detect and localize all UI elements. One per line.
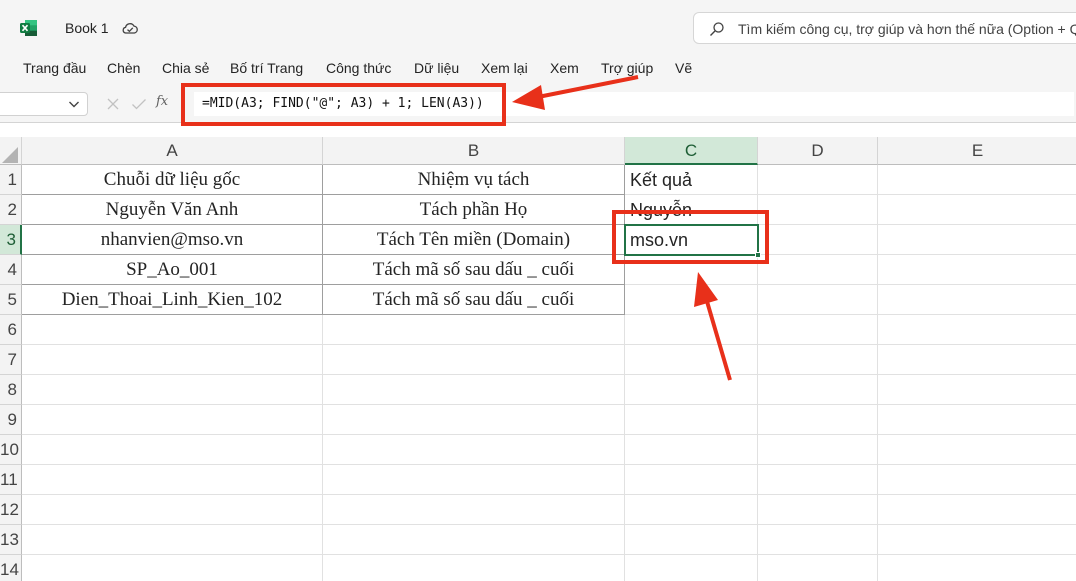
tab-page-layout[interactable]: Bố trí Trang xyxy=(230,60,303,76)
cloud-saved-icon[interactable] xyxy=(121,19,139,37)
row-header-10[interactable]: 10 xyxy=(0,435,22,465)
cell-a1[interactable]: Chuỗi dữ liệu gốc xyxy=(22,165,323,195)
cell-c1[interactable]: Kết quả xyxy=(625,165,758,195)
tab-home[interactable]: Trang đầu xyxy=(23,60,86,76)
cell-d3[interactable] xyxy=(758,225,878,255)
search-icon xyxy=(710,22,724,36)
chevron-down-icon[interactable] xyxy=(67,97,81,111)
select-all-triangle-icon xyxy=(2,147,18,163)
column-header-a[interactable]: A xyxy=(22,137,323,165)
cell-a2[interactable]: Nguyễn Văn Anh xyxy=(22,195,323,225)
row-header-1[interactable]: 1 xyxy=(0,165,22,195)
empty-rows-gridlines xyxy=(22,315,1076,581)
name-box[interactable] xyxy=(0,92,88,116)
row-header-8[interactable]: 8 xyxy=(0,375,22,405)
cell-d4[interactable] xyxy=(758,255,878,285)
cancel-icon[interactable] xyxy=(106,97,120,111)
cell-e4[interactable] xyxy=(878,255,1076,285)
row-header-13[interactable]: 13 xyxy=(0,525,22,555)
cell-a3[interactable]: nhanvien@mso.vn xyxy=(22,225,323,255)
row-header-14[interactable]: 14 xyxy=(0,555,22,581)
insert-function-button[interactable]: fx xyxy=(156,94,168,109)
cell-d5[interactable] xyxy=(758,285,878,315)
tab-draw[interactable]: Vẽ xyxy=(675,60,692,76)
column-header-d[interactable]: D xyxy=(758,137,878,165)
enter-check-icon[interactable] xyxy=(131,97,147,111)
row-header-11[interactable]: 11 xyxy=(0,465,22,495)
cell-e5[interactable] xyxy=(878,285,1076,315)
cell-a4[interactable]: SP_Ao_001 xyxy=(22,255,323,285)
tab-formulas[interactable]: Công thức xyxy=(326,60,391,76)
workbook-title[interactable]: Book 1 xyxy=(65,20,109,36)
formula-bar: fx =MID(A3; FIND("@"; A3) + 1; LEN(A3)) xyxy=(0,84,1076,122)
excel-logo-icon[interactable] xyxy=(20,19,38,37)
cell-d1[interactable] xyxy=(758,165,878,195)
cell-e2[interactable] xyxy=(878,195,1076,225)
search-box[interactable]: Tìm kiếm công cụ, trợ giúp và hơn thế nữ… xyxy=(693,12,1076,44)
cell-b4[interactable]: Tách mã số sau dấu _ cuối xyxy=(323,255,625,285)
cell-b1[interactable]: Nhiệm vụ tách xyxy=(323,165,625,195)
result-highlight-box xyxy=(612,210,769,264)
row-header-6[interactable]: 6 xyxy=(0,315,22,345)
select-all-corner[interactable] xyxy=(0,137,22,165)
cell-d2[interactable] xyxy=(758,195,878,225)
tab-share[interactable]: Chia sẻ xyxy=(162,60,209,76)
ribbon-tabs: Trang đầu Chèn Chia sẻ Bố trí Trang Công… xyxy=(0,56,1076,84)
spreadsheet-grid: A B C D E 1 2 3 4 5 6 7 8 9 10 11 12 13 … xyxy=(0,122,1076,581)
column-header-c[interactable]: C xyxy=(625,137,758,165)
row-header-7[interactable]: 7 xyxy=(0,345,22,375)
row-header-12[interactable]: 12 xyxy=(0,495,22,525)
row-header-5[interactable]: 5 xyxy=(0,285,22,315)
cell-b5[interactable]: Tách mã số sau dấu _ cuối xyxy=(323,285,625,315)
tab-insert[interactable]: Chèn xyxy=(107,60,140,76)
search-placeholder: Tìm kiếm công cụ, trợ giúp và hơn thế nữ… xyxy=(738,21,1076,37)
tab-help[interactable]: Trợ giúp xyxy=(601,60,653,76)
tab-data[interactable]: Dữ liệu xyxy=(414,60,459,76)
row-header-2[interactable]: 2 xyxy=(0,195,22,225)
row-header-4[interactable]: 4 xyxy=(0,255,22,285)
cell-e1[interactable] xyxy=(878,165,1076,195)
cell-a5[interactable]: Dien_Thoai_Linh_Kien_102 xyxy=(22,285,323,315)
tab-view[interactable]: Xem xyxy=(550,60,579,76)
cell-b2[interactable]: Tách phần Họ xyxy=(323,195,625,225)
tab-review[interactable]: Xem lại xyxy=(481,60,528,76)
cell-b3[interactable]: Tách Tên miền (Domain) xyxy=(323,225,625,255)
cell-c5[interactable] xyxy=(625,285,758,315)
cell-e3[interactable] xyxy=(878,225,1076,255)
row-header-9[interactable]: 9 xyxy=(0,405,22,435)
formula-highlight-box xyxy=(181,83,506,126)
title-bar: Book 1 Tìm kiếm công cụ, trợ giúp và hơn… xyxy=(0,0,1076,56)
column-header-e[interactable]: E xyxy=(878,137,1076,165)
formula-controls: fx xyxy=(98,92,188,116)
row-header-3[interactable]: 3 xyxy=(0,225,22,255)
column-header-b[interactable]: B xyxy=(323,137,625,165)
